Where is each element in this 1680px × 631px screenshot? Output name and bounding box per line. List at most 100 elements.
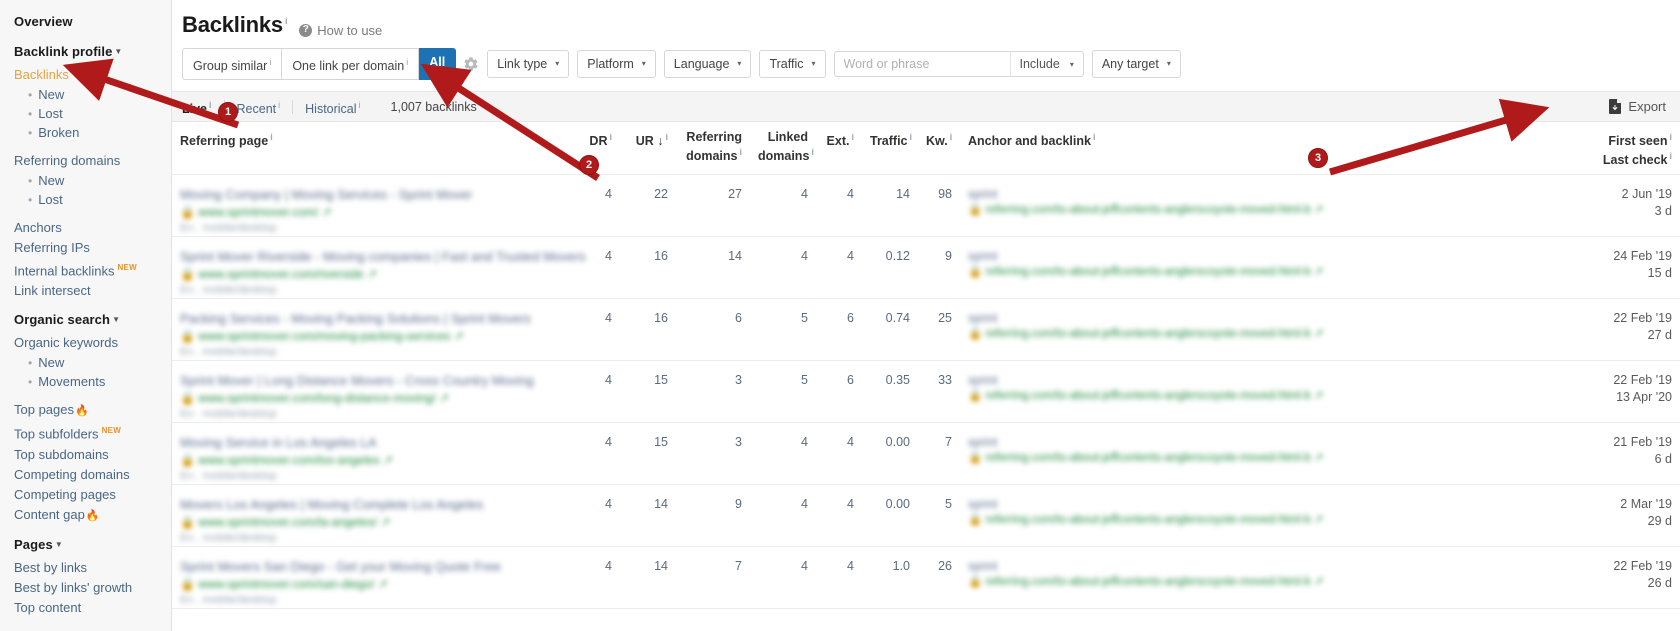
- sidebar-item-top-subdomains[interactable]: Top subdomains: [14, 446, 171, 464]
- sidebar-group-organic-search[interactable]: Organic search ▼: [14, 311, 171, 331]
- cell-ext[interactable]: 4: [816, 546, 862, 610]
- info-icon[interactable]: i: [406, 57, 408, 67]
- cell-kw[interactable]: 33: [918, 360, 960, 424]
- cell-anchor-and-backlink[interactable]: sprint 🔒 referring.com/to-about-jeffconte…: [960, 236, 1560, 300]
- info-icon[interactable]: i: [910, 132, 913, 142]
- sidebar-item-best-by-links[interactable]: Best by links: [14, 559, 171, 577]
- sidebar-item-top-pages[interactable]: Top pages🔥: [14, 401, 171, 420]
- info-icon[interactable]: i: [1093, 132, 1096, 142]
- info-icon[interactable]: i: [270, 132, 273, 142]
- info-icon[interactable]: i: [811, 147, 814, 157]
- filter-any-target[interactable]: Any target ▾: [1091, 50, 1181, 79]
- sidebar-item-referring-ips[interactable]: Referring IPs: [14, 239, 171, 257]
- sidebar-subitem-backlinks-new[interactable]: New: [28, 86, 171, 104]
- filter-one-link-per-domain[interactable]: One link per domain i: [282, 48, 420, 81]
- sidebar-item-backlinks[interactable]: Backlinks: [14, 66, 171, 84]
- table-row[interactable]: Packing Services - Moving Packing Soluti…: [172, 298, 1680, 362]
- cell-linked-domains[interactable]: 4: [750, 546, 816, 610]
- filter-platform[interactable]: Platform ▾: [577, 50, 656, 79]
- cell-referring-domains[interactable]: 3: [676, 360, 750, 424]
- filter-traffic[interactable]: Traffic ▾: [759, 50, 826, 79]
- sidebar-group-backlink-profile[interactable]: Backlink profile ▼: [14, 43, 171, 63]
- cell-referring-domains[interactable]: 14: [676, 236, 750, 300]
- sidebar-item-anchors[interactable]: Anchors: [14, 219, 171, 237]
- info-icon[interactable]: i: [359, 100, 361, 110]
- cell-kw[interactable]: 5: [918, 484, 960, 548]
- info-icon[interactable]: i: [739, 147, 742, 157]
- cell-ext[interactable]: 4: [816, 484, 862, 548]
- column-header-dr[interactable]: DR i: [572, 122, 620, 176]
- cell-referring-page[interactable]: Moving Service in Los Angeles LA 🔒 www.sp…: [172, 422, 572, 486]
- cell-referring-page[interactable]: Sprint Movers San Diego - Get your Movin…: [172, 546, 572, 610]
- tab-live[interactable]: Live i: [182, 98, 224, 116]
- sidebar-subitem-backlinks-lost[interactable]: Lost: [28, 105, 171, 123]
- search-input[interactable]: [834, 52, 1010, 77]
- column-header-ext[interactable]: Ext. i: [816, 122, 862, 176]
- info-icon[interactable]: i: [285, 16, 288, 26]
- cell-ext[interactable]: 4: [816, 174, 862, 238]
- cell-kw[interactable]: 26: [918, 546, 960, 610]
- sidebar-item-content-gap[interactable]: Content gap🔥: [14, 506, 171, 525]
- column-header-linked-domains[interactable]: Linked domains i: [750, 122, 816, 176]
- cell-referring-domains[interactable]: 27: [676, 174, 750, 238]
- column-header-anchor-and-backlink[interactable]: Anchor and backlink i: [960, 122, 1560, 176]
- include-mode-dropdown[interactable]: Include ▾: [1009, 52, 1083, 77]
- how-to-use-link[interactable]: ? How to use: [299, 23, 382, 38]
- sidebar-item-overview[interactable]: Overview: [14, 13, 171, 31]
- info-icon[interactable]: i: [278, 100, 280, 110]
- column-header-ur[interactable]: UR ↓ i: [620, 122, 676, 176]
- cell-ext[interactable]: 4: [816, 422, 862, 486]
- sidebar-subitem-backlinks-broken[interactable]: Broken: [28, 124, 171, 142]
- cell-traffic[interactable]: 1.0: [862, 546, 918, 610]
- cell-referring-domains[interactable]: 7: [676, 546, 750, 610]
- cell-anchor-and-backlink[interactable]: sprint 🔒 referring.com/to-about-jeffconte…: [960, 298, 1560, 362]
- cell-referring-domains[interactable]: 9: [676, 484, 750, 548]
- table-row[interactable]: Moving Company | Moving Services - Sprin…: [172, 174, 1680, 238]
- cell-linked-domains[interactable]: 4: [750, 484, 816, 548]
- cell-anchor-and-backlink[interactable]: sprint 🔒 referring.com/to-about-jeffconte…: [960, 422, 1560, 486]
- cell-traffic[interactable]: 0.00: [862, 422, 918, 486]
- info-icon[interactable]: i: [609, 132, 612, 142]
- cell-referring-page[interactable]: Moving Company | Moving Services - Sprin…: [172, 174, 572, 238]
- cell-referring-page[interactable]: Sprint Mover Riverside - Moving companie…: [172, 236, 586, 300]
- cell-anchor-and-backlink[interactable]: sprint 🔒 referring.com/to-about-jeffconte…: [960, 174, 1560, 238]
- info-icon[interactable]: i: [950, 132, 953, 142]
- gear-icon[interactable]: [463, 56, 479, 72]
- cell-referring-domains[interactable]: 3: [676, 422, 750, 486]
- column-header-first-seen-last-check[interactable]: First seen i Last check i: [1560, 122, 1680, 176]
- column-header-kw[interactable]: Kw. i: [918, 122, 960, 176]
- table-row[interactable]: Sprint Movers San Diego - Get your Movin…: [172, 546, 1680, 610]
- cell-referring-page[interactable]: Sprint Mover | Long Distance Movers - Cr…: [172, 360, 572, 424]
- table-row[interactable]: Sprint Mover Riverside - Moving companie…: [172, 236, 1680, 300]
- info-icon[interactable]: i: [665, 132, 668, 142]
- sidebar-subitem-organic-movements[interactable]: Movements: [28, 373, 171, 391]
- cell-kw[interactable]: 25: [918, 298, 960, 362]
- cell-linked-domains[interactable]: 5: [750, 360, 816, 424]
- cell-traffic[interactable]: 0.35: [862, 360, 918, 424]
- sidebar-subitem-refdomains-lost[interactable]: Lost: [28, 191, 171, 209]
- cell-linked-domains[interactable]: 4: [750, 422, 816, 486]
- sidebar-item-best-by-links-growth[interactable]: Best by links' growth: [14, 579, 171, 597]
- sidebar-item-referring-domains[interactable]: Referring domains: [14, 152, 171, 170]
- cell-ext[interactable]: 6: [816, 298, 862, 362]
- sidebar-item-link-intersect[interactable]: Link intersect: [14, 282, 171, 300]
- sidebar-item-top-content[interactable]: Top content: [14, 599, 171, 617]
- table-row[interactable]: Movers Los Angeles | Moving Complete Los…: [172, 484, 1680, 548]
- cell-referring-domains[interactable]: 6: [676, 298, 750, 362]
- column-header-referring-domains[interactable]: Referring domains i: [676, 122, 750, 176]
- cell-traffic[interactable]: 14: [862, 174, 918, 238]
- cell-kw[interactable]: 98: [918, 174, 960, 238]
- sidebar-group-pages[interactable]: Pages ▼: [14, 536, 171, 556]
- cell-traffic[interactable]: 0.74: [862, 298, 918, 362]
- column-header-traffic[interactable]: Traffic i: [862, 122, 918, 176]
- filter-group-similar[interactable]: Group similar i: [182, 48, 283, 81]
- filter-link-type[interactable]: Link type ▾: [487, 50, 570, 79]
- cell-anchor-and-backlink[interactable]: sprint 🔒 referring.com/to-about-jeffconte…: [960, 546, 1560, 610]
- cell-linked-domains[interactable]: 5: [750, 298, 816, 362]
- info-icon[interactable]: i: [1669, 151, 1672, 161]
- sidebar-item-organic-keywords[interactable]: Organic keywords: [14, 334, 171, 352]
- column-header-referring-page[interactable]: Referring page i: [172, 122, 572, 176]
- sidebar-group-outgoing-links[interactable]: Outgoing links▼: [14, 628, 171, 631]
- export-button[interactable]: Export: [1609, 99, 1666, 115]
- info-icon[interactable]: i: [851, 132, 854, 142]
